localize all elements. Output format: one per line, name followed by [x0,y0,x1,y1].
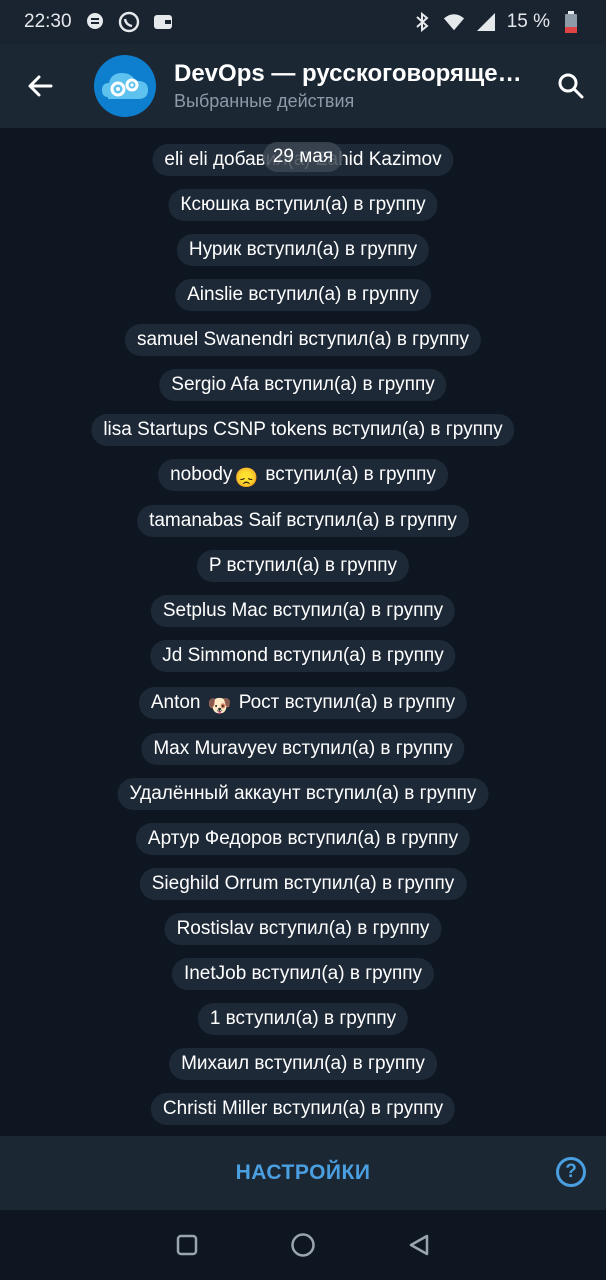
service-message[interactable]: Удалённый аккаунт вступил(а) в группу [117,778,489,810]
home-button[interactable] [289,1231,317,1259]
service-message[interactable]: Jd Simmond вступил(а) в группу [150,640,456,672]
settings-button[interactable]: НАСТРОЙКИ [236,1161,371,1185]
event-log[interactable]: Christi Miller вступил(а) в группу Михаил… [0,128,606,1136]
status-bar: 22:30 15 % [0,0,606,44]
service-message[interactable]: Setplus Mac вступил(а) в группу [150,595,456,627]
wifi-icon [443,11,465,33]
service-message[interactable]: samuel Swanendri вступил(а) в группу [124,324,482,356]
service-message[interactable]: lisa Startups CSNP tokens вступил(а) в г… [91,414,515,446]
triangle-left-icon [409,1234,429,1256]
service-message[interactable]: P вступил(а) в группу [196,550,410,582]
chat-header: DevOps — русскоговорящее сообщество Выбр… [0,44,606,128]
wallet-icon [152,11,174,33]
system-nav-bar [0,1210,606,1280]
service-message[interactable]: Нурик вступил(а) в группу [176,234,430,266]
service-message[interactable]: Sergio Afa вступил(а) в группу [159,369,447,401]
service-message[interactable]: Rostislav вступил(а) в группу [164,913,442,945]
chat-subtitle: Выбранные действия [174,91,355,111]
bottom-bar: НАСТРОЙКИ ? [0,1136,606,1210]
service-message[interactable]: Артур Федоров вступил(а) в группу [135,823,471,855]
battery-percent: 15 % [506,11,550,32]
message-text-part: Рост вступил(а) в группу [233,692,456,713]
message-text-part: nobody [170,464,233,485]
help-icon[interactable]: ? [556,1157,586,1187]
recents-button[interactable] [173,1231,201,1259]
gears-cloud-icon [102,73,148,99]
message-text-part: Anton [150,692,206,713]
emoji-icon: 😞 [234,468,259,489]
chat-title[interactable]: DevOps — русскоговорящее сообщество [174,59,534,89]
service-message[interactable]: Christi Miller вступил(а) в группу [150,1093,456,1125]
battery-icon [560,11,582,33]
service-message[interactable]: Ainslie вступил(а) в группу [175,279,431,311]
date-badge: 29 мая [262,142,344,172]
arrow-left-icon [28,75,53,97]
group-avatar[interactable] [94,55,156,117]
service-message[interactable]: Anton 🐶 Рост вступил(а) в группу [138,687,468,719]
back-nav-button[interactable] [405,1231,433,1259]
bluetooth-icon [411,11,433,33]
whatsapp-icon [118,11,140,33]
service-message[interactable]: Sieghild Orrum вступил(а) в группу [139,868,467,900]
signal-icon [475,11,497,33]
message-text-part: вступил(а) в группу [260,464,436,485]
back-button[interactable] [0,44,80,128]
service-message[interactable]: Max Muravyev вступил(а) в группу [141,733,465,765]
service-message[interactable]: 1 вступил(а) в группу [197,1003,409,1035]
clock: 22:30 [24,11,72,32]
service-message[interactable]: nobody 😞 вступил(а) в группу [158,459,448,491]
search-button[interactable] [536,44,606,128]
service-message[interactable]: Михаил вступил(а) в группу [169,1048,437,1080]
service-message[interactable]: InetJob вступил(а) в группу [171,958,435,990]
emoji-icon: 🐶 [207,696,232,717]
service-message[interactable]: tamanabas Saif вступил(а) в группу [137,505,469,537]
square-icon [176,1234,198,1256]
chat-bubble-icon [84,11,106,33]
search-icon [558,73,584,99]
service-message[interactable]: Ксюшка вступил(а) в группу [168,189,438,221]
circle-icon [291,1233,315,1257]
